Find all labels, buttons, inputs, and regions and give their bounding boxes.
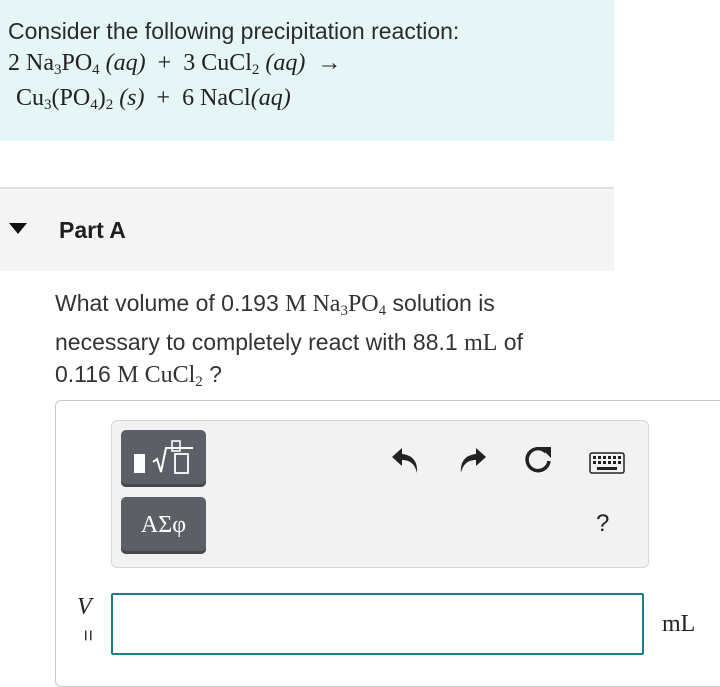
- templates-icon: [134, 440, 193, 474]
- question-text: What volume of 0.193 M Na3PO4 solution i…: [55, 288, 615, 398]
- part-a-toggle[interactable]: Part A: [0, 189, 614, 271]
- formula-nacl: NaCl: [200, 85, 251, 111]
- answer-input[interactable]: [111, 593, 644, 655]
- plus-sign: +: [156, 85, 171, 111]
- undo-icon[interactable]: [390, 445, 422, 475]
- formula-cucl2: CuCl2: [201, 50, 260, 78]
- redo-icon[interactable]: [456, 445, 488, 475]
- variable-label: V: [77, 594, 92, 620]
- unit-label: mL: [662, 611, 696, 637]
- help-button[interactable]: ?: [596, 510, 609, 538]
- reaction-line-1: 2 Na3PO4 (aq) + 3 CuCl2 (aq) →: [8, 50, 341, 79]
- state-label: (aq): [250, 85, 291, 111]
- reset-icon[interactable]: [521, 443, 555, 477]
- formula-cu3po42: Cu3(PO4)2: [16, 85, 114, 113]
- state-label: (aq): [265, 50, 306, 76]
- question-line: necessary to completely react with 88.1 …: [55, 329, 523, 356]
- reaction-arrow: →: [317, 50, 342, 76]
- question-line: 0.116 M CuCl2 ?: [55, 361, 222, 390]
- symbols-label: ΑΣφ: [140, 512, 187, 538]
- problem-intro: Consider the following precipitation rea…: [0, 0, 614, 141]
- part-label: Part A: [59, 217, 126, 243]
- equals-sign: =: [76, 629, 99, 642]
- formula-na3po4: Na3PO4: [26, 50, 100, 78]
- symbols-button[interactable]: ΑΣφ: [121, 497, 206, 554]
- state-label: (s): [119, 85, 145, 111]
- intro-text: Consider the following precipitation rea…: [8, 18, 460, 44]
- keyboard-icon[interactable]: [589, 452, 625, 474]
- coefficient: 3: [183, 50, 196, 76]
- coefficient: 2: [8, 50, 20, 76]
- caret-down-icon: [9, 223, 27, 234]
- reaction-line-2: Cu3(PO4)2 (s) + 6 NaCl(aq): [16, 85, 291, 114]
- templates-button[interactable]: [121, 430, 206, 487]
- state-label: (aq): [105, 50, 146, 76]
- coefficient: 6: [182, 85, 195, 111]
- plus-sign: +: [157, 50, 172, 76]
- question-line: What volume of 0.193 M Na3PO4 solution i…: [55, 290, 495, 319]
